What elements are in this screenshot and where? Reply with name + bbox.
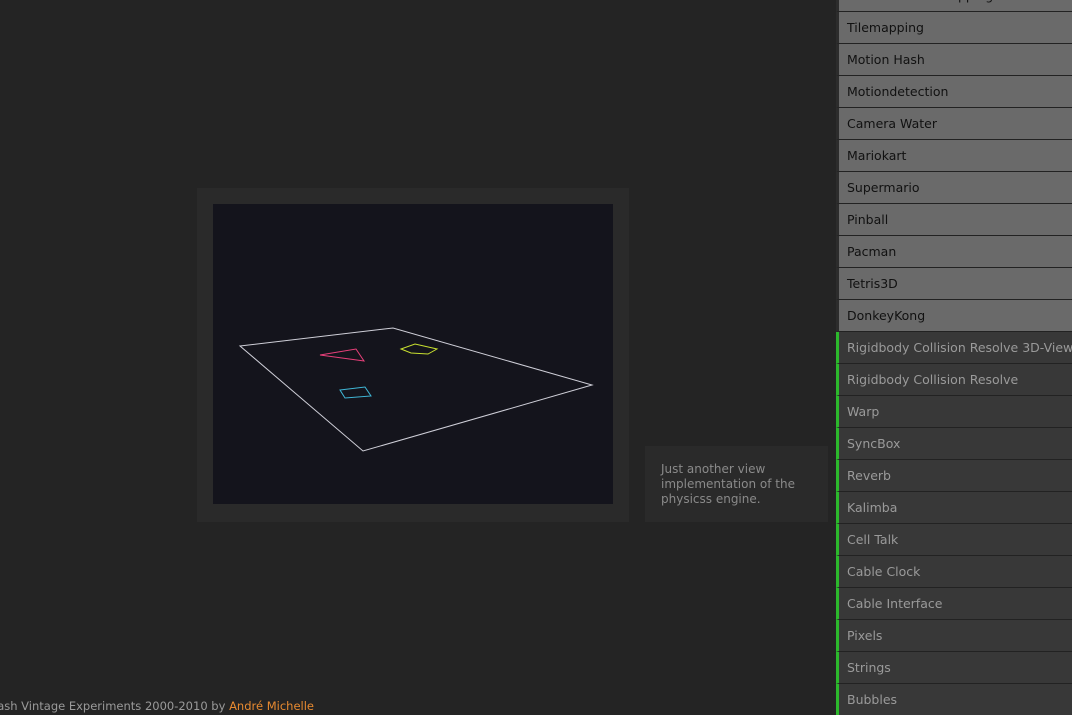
- menu-item-label: Linear Texture Mapping: [847, 0, 993, 4]
- menu-item-label: Kalimba: [847, 500, 898, 515]
- menu-item-linear-texture-mapping[interactable]: Linear Texture Mapping: [836, 0, 1072, 12]
- menu-item-label: Bubbles: [847, 692, 898, 707]
- footer: lash Vintage Experiments 2000-2010 by An…: [0, 698, 314, 714]
- menu-item-label: Mariokart: [847, 148, 907, 163]
- description-panel: Just another view implementation of the …: [645, 446, 828, 522]
- menu-item-mariokart[interactable]: Mariokart: [836, 140, 1072, 172]
- physics-stage[interactable]: [213, 204, 613, 504]
- menu-item-label: Rigidbody Collision Resolve: [847, 372, 1019, 387]
- menu-item-label: Motiondetection: [847, 84, 949, 99]
- menu-item-donkeykong[interactable]: DonkeyKong: [836, 300, 1072, 332]
- menu-item-pixels[interactable]: Pixels: [836, 620, 1072, 652]
- menu-item-label: DonkeyKong: [847, 308, 926, 323]
- menu-item-pacman[interactable]: Pacman: [836, 236, 1072, 268]
- menu-item-label: Tilemapping: [847, 20, 924, 35]
- menu-item-warp[interactable]: Warp: [836, 396, 1072, 428]
- description-text: Just another view implementation of the …: [661, 462, 795, 506]
- quad-body: [339, 386, 372, 399]
- menu-item-rigidbody-collision-resolve[interactable]: Rigidbody Collision Resolve: [836, 364, 1072, 396]
- menu-item-label: Motion Hash: [847, 52, 925, 67]
- physics-scene: [238, 327, 594, 452]
- menu-item-supermario[interactable]: Supermario: [836, 172, 1072, 204]
- menu-item-rigidbody-collision-resolve-3d-view[interactable]: Rigidbody Collision Resolve 3D-View: [836, 332, 1072, 364]
- page: Just another view implementation of the …: [0, 0, 1072, 715]
- menu-item-label: Pinball: [847, 212, 889, 227]
- menu-item-motion-hash[interactable]: Motion Hash: [836, 44, 1072, 76]
- menu-item-camera-water[interactable]: Camera Water: [836, 108, 1072, 140]
- menu-item-label: Camera Water: [847, 116, 937, 131]
- experiments-menu: Linear Texture Mapping Tilemapping Motion …: [836, 0, 1072, 715]
- stage-frame: [197, 188, 629, 522]
- menu-item-cell-talk[interactable]: Cell Talk: [836, 524, 1072, 556]
- menu-item-tilemapping[interactable]: Tilemapping: [836, 12, 1072, 44]
- menu-item-label: Pacman: [847, 244, 897, 259]
- menu-item-cable-clock[interactable]: Cable Clock: [836, 556, 1072, 588]
- menu-item-reverb[interactable]: Reverb: [836, 460, 1072, 492]
- menu-item-strings[interactable]: Strings: [836, 652, 1072, 684]
- menu-item-label: Pixels: [847, 628, 883, 643]
- menu-item-motiondetection[interactable]: Motiondetection: [836, 76, 1072, 108]
- triangle-body: [319, 348, 366, 362]
- menu-item-syncbox[interactable]: SyncBox: [836, 428, 1072, 460]
- menu-item-label: Cell Talk: [847, 532, 899, 547]
- menu-item-label: Rigidbody Collision Resolve 3D-View: [847, 340, 1072, 355]
- pentagon-body: [399, 343, 439, 355]
- menu-item-label: Reverb: [847, 468, 891, 483]
- menu-item-label: Warp: [847, 404, 880, 419]
- menu-item-label: Cable Clock: [847, 564, 921, 579]
- menu-item-label: Tetris3D: [847, 276, 898, 291]
- menu-item-cable-interface[interactable]: Cable Interface: [836, 588, 1072, 620]
- menu-item-label: Strings: [847, 660, 891, 675]
- ground-plane: [238, 327, 594, 452]
- menu-item-bubbles[interactable]: Bubbles: [836, 684, 1072, 715]
- menu-item-label: SyncBox: [847, 436, 901, 451]
- menu-item-tetris3d[interactable]: Tetris3D: [836, 268, 1072, 300]
- author-link[interactable]: André Michelle: [229, 699, 314, 713]
- menu-item-label: Cable Interface: [847, 596, 943, 611]
- menu-item-pinball[interactable]: Pinball: [836, 204, 1072, 236]
- menu-item-label: Supermario: [847, 180, 920, 195]
- footer-text: lash Vintage Experiments 2000-2010 by: [0, 699, 230, 713]
- menu-item-kalimba[interactable]: Kalimba: [836, 492, 1072, 524]
